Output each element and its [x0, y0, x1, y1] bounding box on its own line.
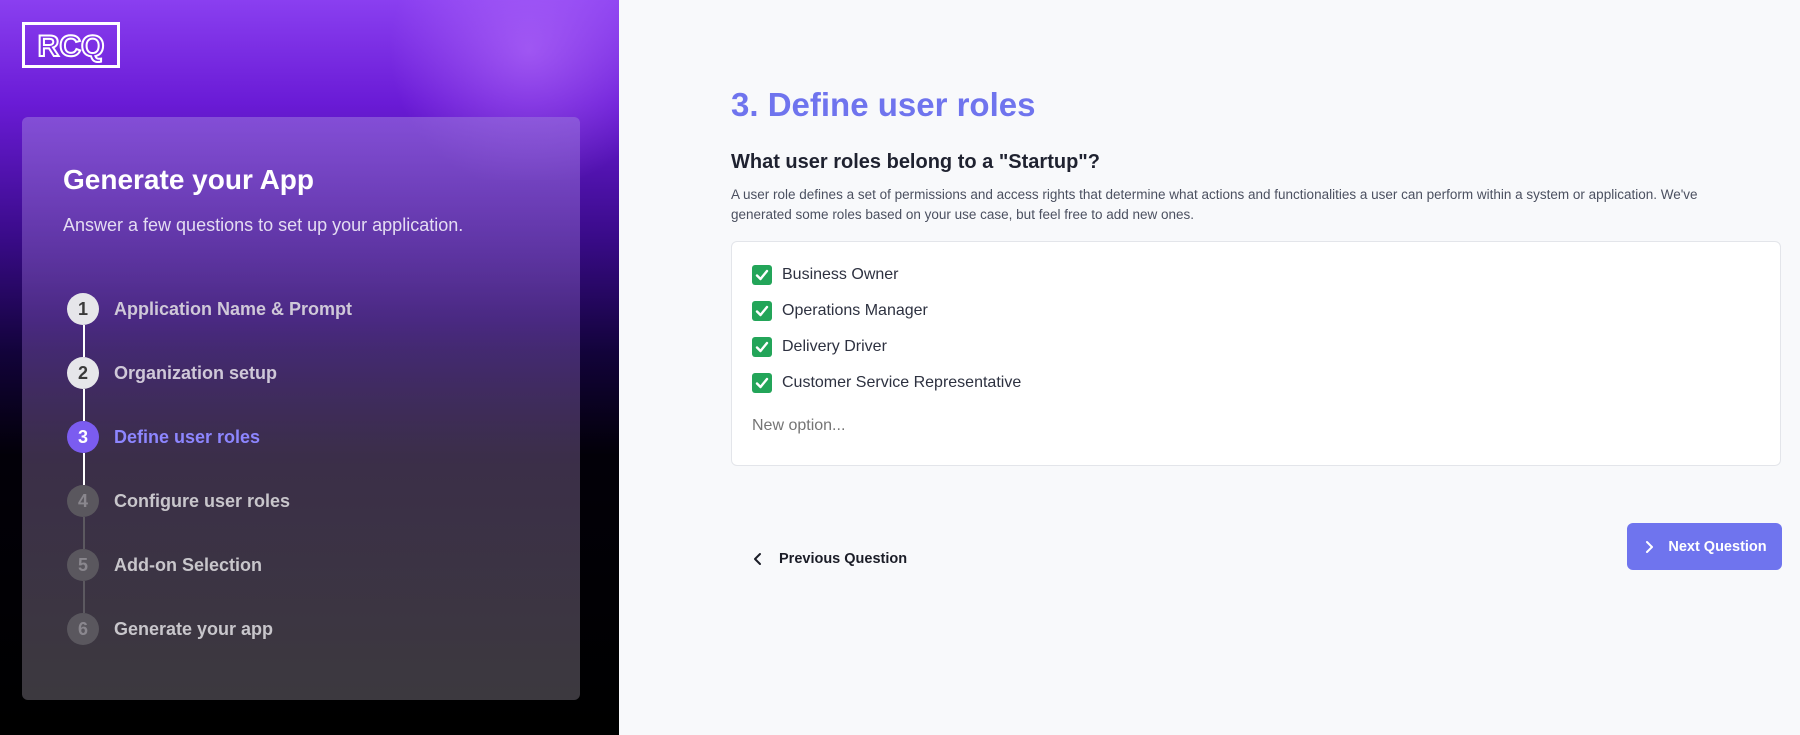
step-number: 2 [67, 357, 99, 389]
role-label: Customer Service Representative [782, 374, 1022, 391]
step-connector [83, 389, 85, 421]
step-number: 6 [67, 613, 99, 645]
setup-card: Generate your App Answer a few questions… [22, 117, 580, 700]
role-checkbox[interactable] [752, 301, 772, 321]
check-icon [755, 269, 769, 281]
step-number: 1 [67, 293, 99, 325]
check-icon [755, 341, 769, 353]
step-label: Add-on Selection [114, 554, 262, 575]
chevron-left-icon [754, 553, 761, 565]
step-label: Generate your app [114, 618, 274, 639]
step-item-3[interactable]: 3 Define user roles [67, 420, 260, 454]
role-label: Business Owner [782, 266, 899, 283]
step-connector [83, 517, 85, 549]
step-connector [83, 581, 85, 613]
role-option-delivery-driver[interactable]: Delivery Driver [752, 336, 887, 358]
step-connector [83, 325, 85, 357]
check-icon [755, 377, 769, 389]
step-number: 3 [67, 421, 99, 453]
role-option-operations-manager[interactable]: Operations Manager [752, 300, 928, 322]
step-item-6[interactable]: 6 Generate your app [67, 612, 273, 646]
role-checkbox[interactable] [752, 337, 772, 357]
step-connector [83, 453, 85, 485]
step-label: Organization setup [114, 362, 278, 383]
role-checkbox[interactable] [752, 373, 772, 393]
step-item-1[interactable]: 1 Application Name & Prompt [67, 292, 352, 326]
rcq-logo: RCQ [22, 22, 120, 68]
step-item-2[interactable]: 2 Organization setup [67, 356, 277, 390]
role-label: Operations Manager [782, 302, 928, 319]
role-option-business-owner[interactable]: Business Owner [752, 264, 899, 286]
card-title: Generate your App [63, 164, 315, 195]
question-heading: What user roles belong to a "Startup"? [731, 151, 1100, 173]
card-subtitle: Answer a few questions to set up your ap… [63, 215, 464, 235]
previous-question-button[interactable]: Previous Question [751, 548, 907, 570]
page-title: 3. Define user roles [731, 86, 1036, 123]
sidebar-panel: RCQ Generate your App Answer a few quest… [0, 0, 619, 735]
next-question-label: Next Question [1668, 538, 1767, 555]
next-question-button[interactable]: Next Question [1627, 523, 1782, 570]
check-icon [755, 305, 769, 317]
new-option-input[interactable] [752, 417, 1352, 435]
role-option-customer-service-representative[interactable]: Customer Service Representative [752, 372, 1021, 394]
question-description: A user role defines a set of permissions… [731, 187, 1698, 222]
chevron-right-icon [1646, 540, 1654, 553]
logo-text: RCQ [38, 30, 105, 63]
step-number: 4 [67, 485, 99, 517]
step-item-4[interactable]: 4 Configure user roles [67, 484, 290, 518]
step-item-5[interactable]: 5 Add-on Selection [67, 548, 262, 582]
roles-options-box: Business Owner Operations Manager Delive… [731, 241, 1781, 466]
step-label: Configure user roles [114, 490, 291, 511]
step-label: Define user roles [114, 426, 261, 447]
role-checkbox[interactable] [752, 265, 772, 285]
main-content: 3. Define user roles What user roles bel… [731, 0, 1782, 735]
step-label: Application Name & Prompt [114, 298, 353, 319]
previous-question-label: Previous Question [779, 551, 908, 567]
step-number: 5 [67, 549, 99, 581]
role-label: Delivery Driver [782, 338, 887, 355]
